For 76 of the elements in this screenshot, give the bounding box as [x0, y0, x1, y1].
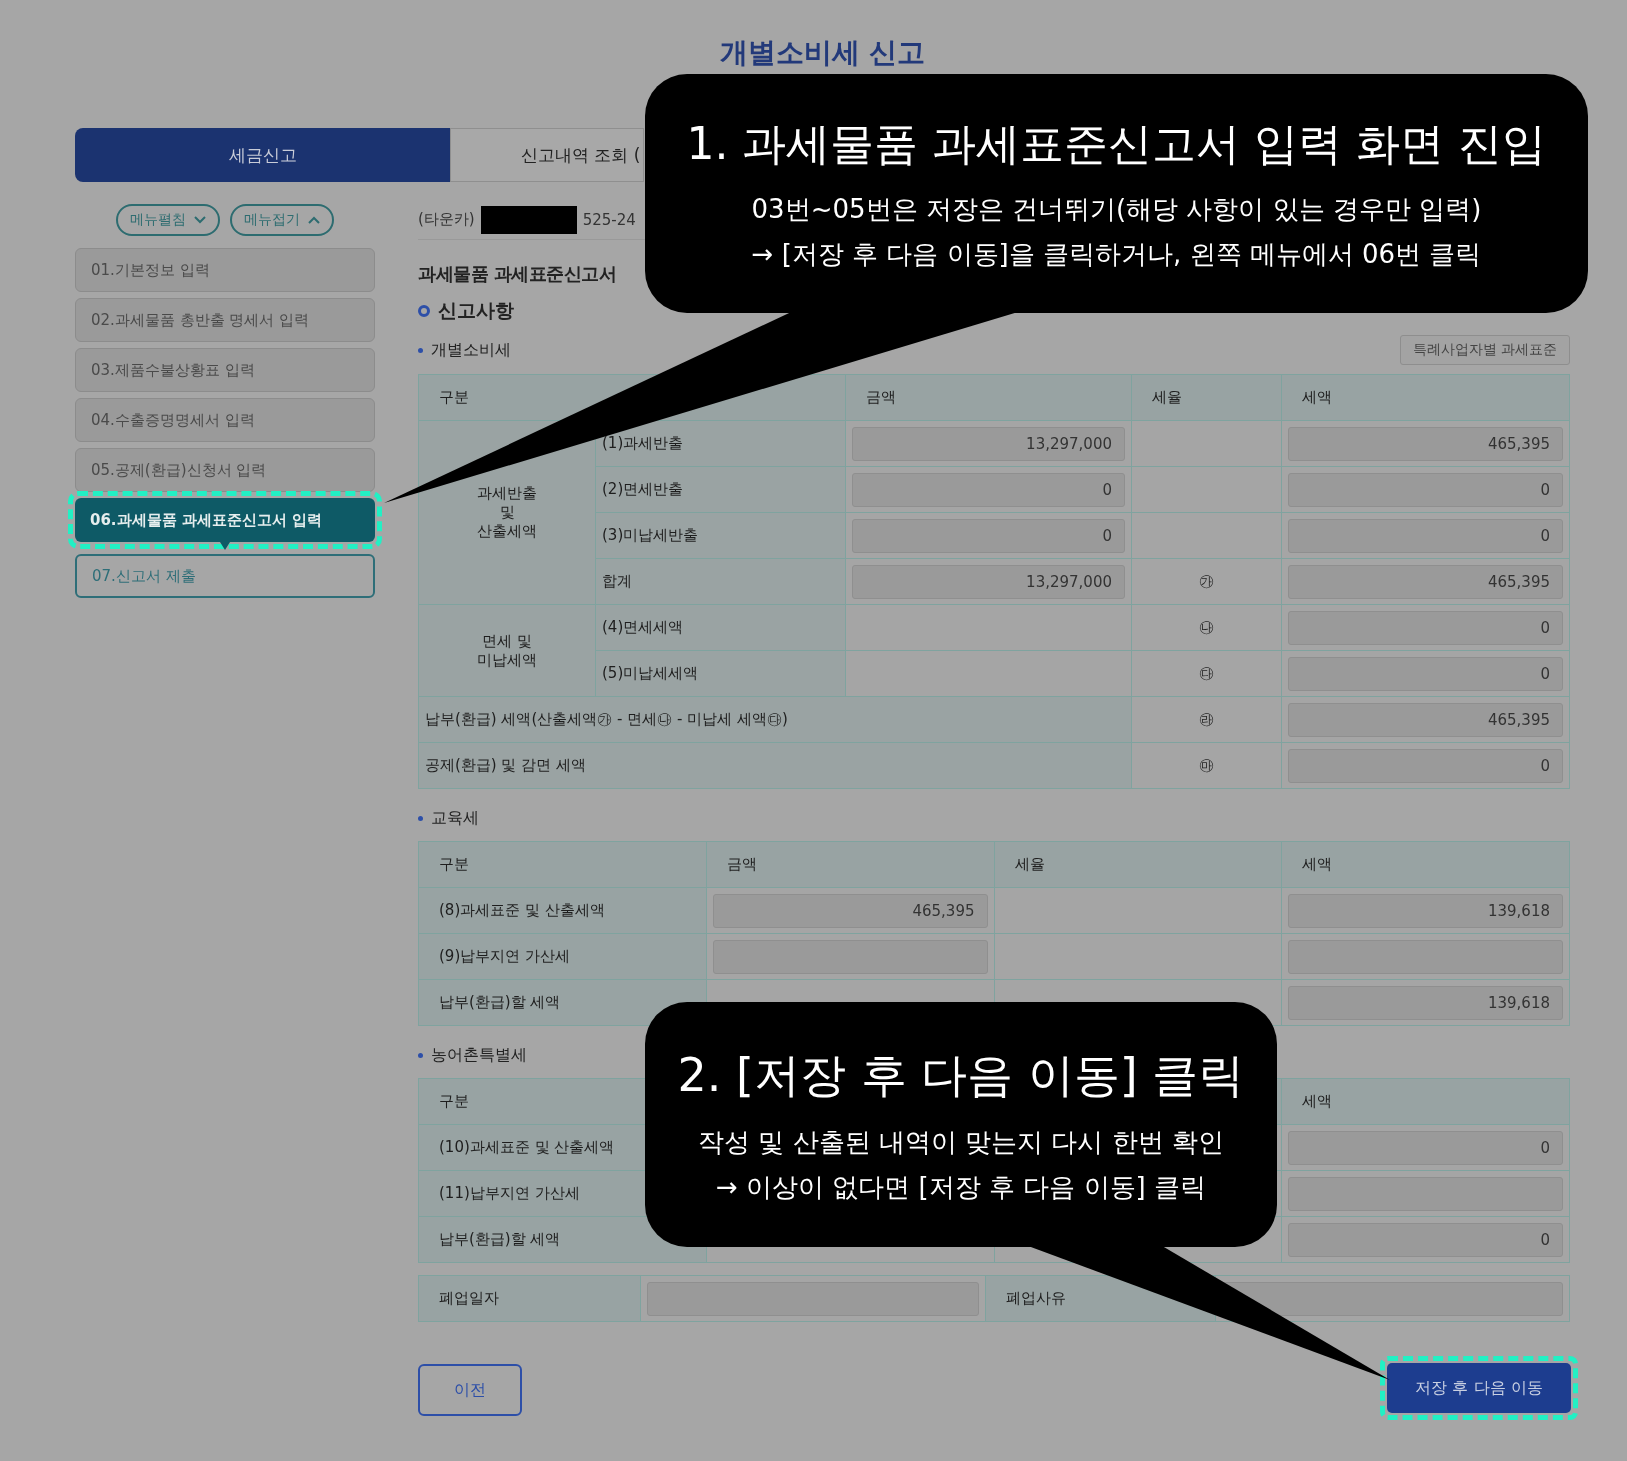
step-menu-item[interactable]: 06.과세물품 과세표준신고서 입력	[75, 498, 375, 542]
subsection-title: 교육세	[431, 807, 479, 829]
callout-text: 03번~05번은 저장은 건너뛰기(해당 사항이 있는 경우만 입력)	[751, 193, 1482, 226]
readonly-field: 0	[1288, 656, 1563, 691]
readonly-field: 465,395	[1288, 564, 1563, 599]
subsection-title: 개별소비세	[431, 339, 511, 361]
step-menu-item[interactable]: 03.제품수불상황표 입력	[75, 348, 375, 392]
readonly-field: 13,297,000	[852, 426, 1125, 461]
bullet-icon	[418, 815, 423, 821]
readonly-field: 465,395	[1288, 426, 1563, 461]
row-label: (3)미납세반출	[595, 512, 846, 559]
readonly-field: 0	[1288, 472, 1563, 507]
column-header: 세율	[1131, 374, 1282, 421]
section-title: 신고사항	[438, 298, 514, 323]
rate-mark: ㉱	[1131, 696, 1282, 743]
save-next-button[interactable]: 저장 후 다음 이동	[1387, 1363, 1571, 1413]
row-label: 납부(환급) 세액(산출세액㉮ - 면세㉯ - 미납세 세액㉰)	[418, 696, 1132, 743]
readonly-field: 0	[1288, 610, 1563, 645]
business-number: 525-24	[582, 210, 636, 229]
row-label: (8)과세표준 및 산출세액	[418, 887, 707, 934]
step-menu-item[interactable]: 07.신고서 제출	[75, 554, 375, 598]
column-header: 구분	[418, 841, 707, 888]
readonly-field: 0	[1288, 518, 1563, 553]
ring-icon	[418, 305, 430, 317]
rate-mark: ㉲	[1131, 742, 1282, 789]
column-header: 세액	[1281, 1078, 1570, 1125]
previous-button[interactable]: 이전	[418, 1364, 522, 1416]
column-header: 금액	[845, 374, 1132, 421]
collapse-menu-button[interactable]: 메뉴접기	[230, 204, 334, 236]
readonly-field: 0	[852, 472, 1125, 507]
rate-mark: ㉰	[1131, 650, 1282, 697]
rate-mark: ㉯	[1131, 604, 1282, 651]
subsection-title: 농어촌특별세	[431, 1044, 527, 1066]
bullet-icon	[418, 347, 423, 353]
readonly-field: 0	[1288, 1222, 1563, 1257]
row-label: (4)면세세액	[595, 604, 846, 651]
callout-text: → [저장 후 다음 이동]을 클릭하거나, 왼쪽 메뉴에서 06번 클릭	[751, 238, 1482, 271]
tab[interactable]: 신고내역 조회 (	[450, 128, 644, 182]
column-header: 세액	[1281, 374, 1570, 421]
chevron-down-icon	[194, 216, 206, 224]
input-field[interactable]	[1222, 1281, 1563, 1316]
arrow-down-icon	[220, 542, 230, 550]
readonly-field: 465,395	[1288, 702, 1563, 737]
row-label: 합계	[595, 558, 846, 605]
group-label: 면세 및 미납세액	[418, 604, 596, 697]
readonly-field: 139,618	[1288, 985, 1563, 1020]
column-header: 세액	[1281, 841, 1570, 888]
callout-text: → 이상이 없다면 [저장 후 다음 이동] 클릭	[716, 1170, 1206, 1204]
step-menu-item[interactable]: 04.수출증명명세서 입력	[75, 398, 375, 442]
chevron-up-icon	[308, 216, 320, 224]
bullet-icon	[418, 1052, 423, 1058]
row-label: (9)납부지연 가산세	[418, 933, 707, 980]
row-label: 폐업일자	[418, 1275, 641, 1322]
row-label: (2)면세반출	[595, 466, 846, 513]
tab[interactable]: 세금신고	[75, 128, 450, 182]
readonly-field: 0	[1288, 1130, 1563, 1165]
row-label: 공제(환급) 및 감면 세액	[418, 742, 1132, 789]
row-label: (1)과세반출	[595, 420, 846, 467]
company-name: (타운카)	[418, 210, 475, 229]
column-header: 세율	[994, 841, 1282, 888]
row-label: (5)미납세세액	[595, 650, 846, 697]
step-menu-item[interactable]: 02.과세물품 총반출 명세서 입력	[75, 298, 375, 342]
special-standard-button[interactable]: 특례사업자별 과세표준	[1399, 335, 1570, 365]
rate-mark: ㉮	[1131, 558, 1282, 605]
callout-title: 1. 과세물품 과세표준신고서 입력 화면 진입	[686, 117, 1547, 171]
readonly-field: 0	[1288, 748, 1563, 783]
expand-menu-button[interactable]: 메뉴펼침	[116, 204, 220, 236]
readonly-field: 13,297,000	[852, 564, 1125, 599]
page-title: 개별소비세 신고	[718, 36, 927, 70]
step-menu-item[interactable]: 01.기본정보 입력	[75, 248, 375, 292]
readonly-field: 0	[852, 518, 1125, 553]
step-menu-item[interactable]: 05.공제(환급)신청서 입력	[75, 448, 375, 492]
form-title: 과세물품 과세표준신고서	[418, 262, 618, 286]
readonly-field: 465,395	[712, 893, 988, 928]
readonly-field: 139,618	[1288, 893, 1563, 928]
column-header: 금액	[706, 841, 994, 888]
